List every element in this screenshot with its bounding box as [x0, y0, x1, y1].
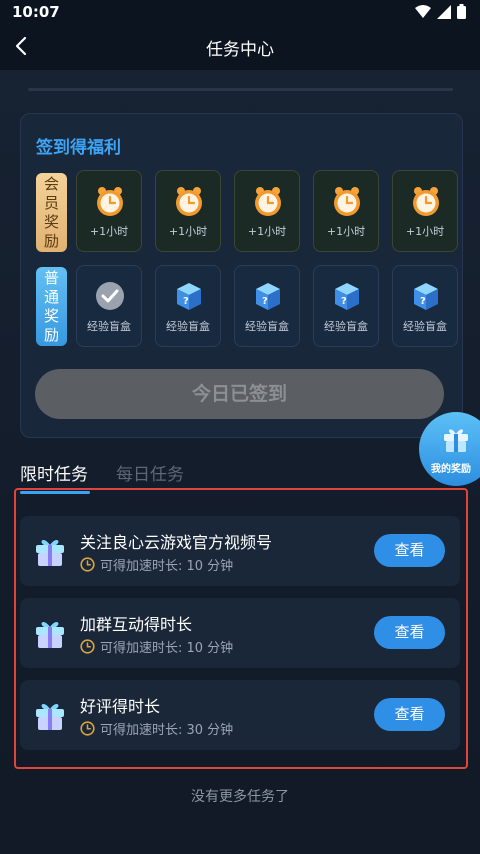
- gift-icon: [36, 703, 64, 730]
- scroll-divider: [28, 88, 453, 91]
- signed-in-button[interactable]: 今日已签到: [35, 369, 444, 419]
- task-card: 好评得时长 可得加速时长: 30 分钟 查看: [20, 680, 460, 750]
- gift-icon: [36, 539, 64, 566]
- vip-reward-cell: +1小时: [313, 170, 379, 252]
- normal-reward-text: 经验盲盒: [245, 320, 289, 333]
- my-rewards-button[interactable]: 我的奖励: [419, 412, 480, 486]
- vip-reward-text: +1小时: [168, 225, 208, 238]
- alarm-clock-icon: [255, 187, 281, 216]
- vip-reward-cell: +1小时: [234, 170, 300, 252]
- normal-reward-cell: ? 经验盲盒: [392, 265, 458, 347]
- clock-icon: [80, 639, 95, 654]
- task-subtitle: 可得加速时长: 10 分钟: [80, 637, 233, 656]
- normal-reward-text: 经验盲盒: [403, 320, 447, 333]
- vip-reward-cell: +1小时: [76, 170, 142, 252]
- wifi-icon: [415, 5, 431, 18]
- vip-reward-text: +1小时: [405, 225, 445, 238]
- task-title: 加群互动得时长: [80, 615, 193, 634]
- vip-reward-text: +1小时: [89, 225, 129, 238]
- task-subtitle: 可得加速时长: 30 分钟: [80, 719, 233, 738]
- nav-bar: 任务中心: [0, 24, 480, 70]
- alarm-clock-icon: [334, 187, 360, 216]
- normal-reward-cell: 经验盲盒: [76, 265, 142, 347]
- mystery-box-icon: ?: [177, 283, 201, 310]
- tab-limited-tasks[interactable]: 限时任务: [20, 460, 88, 485]
- task-subtitle: 可得加速时长: 10 分钟: [80, 555, 233, 574]
- normal-reward-label: 普通奖励: [36, 267, 67, 346]
- status-bar: 10:07: [0, 0, 480, 24]
- normal-reward-cell: ? 经验盲盒: [313, 265, 379, 347]
- vip-reward-cell: +1小时: [392, 170, 458, 252]
- mystery-box-icon: ?: [335, 283, 359, 310]
- normal-reward-text: 经验盲盒: [166, 320, 210, 333]
- no-more-tasks-text: 没有更多任务了: [191, 789, 289, 805]
- svg-text:?: ?: [341, 296, 347, 307]
- task-card: 加群互动得时长 可得加速时长: 10 分钟 查看: [20, 598, 460, 668]
- clock-icon: [80, 721, 95, 736]
- normal-reward-text: 经验盲盒: [324, 320, 368, 333]
- task-reward-text: 可得加速时长: 10 分钟: [100, 559, 234, 574]
- tab-daily-tasks[interactable]: 每日任务: [116, 460, 184, 485]
- alarm-clock-icon: [413, 187, 439, 216]
- status-icons: [415, 4, 466, 19]
- view-button[interactable]: 查看: [374, 534, 445, 567]
- mystery-box-icon: ?: [256, 283, 280, 310]
- gift-icon: [444, 429, 468, 452]
- alarm-clock-icon: [176, 187, 202, 216]
- clock-icon: [80, 557, 95, 572]
- vip-reward-text: +1小时: [326, 225, 366, 238]
- sign-in-title: 签到得福利: [36, 138, 121, 158]
- vip-reward-label: 会员奖励: [36, 173, 67, 252]
- svg-text:?: ?: [420, 296, 426, 307]
- mystery-box-icon: ?: [414, 283, 438, 310]
- normal-reward-text: 经验盲盒: [87, 320, 131, 333]
- svg-text:?: ?: [183, 296, 189, 307]
- vip-reward-text: +1小时: [247, 225, 287, 238]
- task-title: 关注良心云游戏官方视频号: [80, 533, 273, 552]
- task-title: 好评得时长: [80, 697, 161, 716]
- normal-reward-cell: ? 经验盲盒: [155, 265, 221, 347]
- status-time: 10:07: [12, 3, 60, 21]
- signal-icon: [437, 4, 451, 19]
- view-button[interactable]: 查看: [374, 616, 445, 649]
- vip-reward-cell: +1小时: [155, 170, 221, 252]
- svg-text:?: ?: [262, 296, 268, 307]
- task-reward-text: 可得加速时长: 30 分钟: [100, 723, 234, 738]
- battery-icon: [457, 4, 466, 19]
- checkmark-icon: [96, 282, 124, 310]
- task-reward-text: 可得加速时长: 10 分钟: [100, 641, 234, 656]
- gift-icon: [36, 621, 64, 648]
- alarm-clock-icon: [97, 187, 123, 216]
- page-title: 任务中心: [206, 40, 274, 60]
- my-rewards-label: 我的奖励: [431, 464, 471, 475]
- normal-reward-cell: ? 经验盲盒: [234, 265, 300, 347]
- task-card: 关注良心云游戏官方视频号 可得加速时长: 10 分钟 查看: [20, 516, 460, 586]
- view-button[interactable]: 查看: [374, 698, 445, 731]
